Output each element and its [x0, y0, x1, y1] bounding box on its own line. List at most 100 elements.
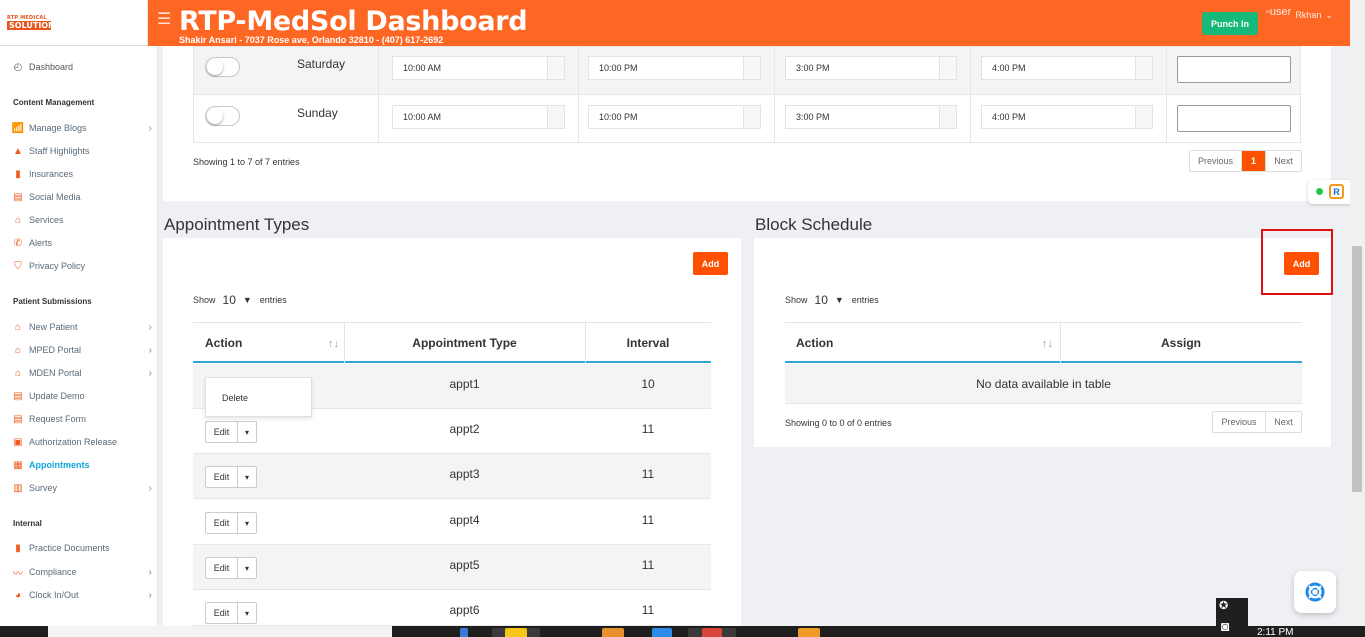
- sidebar-item-update-demo[interactable]: ▤ Update Demo: [12, 390, 152, 402]
- sidebar-item-compliance[interactable]: 〰 Compliance ›: [12, 566, 152, 580]
- open-time-input[interactable]: 10:00 AM: [392, 105, 565, 129]
- sidebar-item-label: Update Demo: [29, 391, 85, 401]
- edit-button[interactable]: Edit: [206, 558, 238, 578]
- sidebar-item-label: Manage Blogs: [29, 123, 87, 133]
- sidebar-item-request-form[interactable]: ▤ Request Form: [12, 413, 152, 425]
- chat-widget[interactable]: R: [1308, 180, 1350, 204]
- previous-button[interactable]: Previous: [1190, 151, 1242, 171]
- sidebar-item-manage-blogs[interactable]: 📶 Manage Blogs ›: [12, 122, 152, 134]
- day-toggle[interactable]: [205, 106, 240, 126]
- clock-icon: ◕: [14, 589, 22, 601]
- user-menu[interactable]: ▫user Rkhan ⌄: [1266, 6, 1333, 21]
- next-button[interactable]: Next: [1266, 412, 1301, 432]
- break-start-input[interactable]: 3:00 PM: [785, 105, 957, 129]
- sidebar-item-privacy-policy[interactable]: ⛉ Privacy Policy: [12, 260, 152, 272]
- day-label: Saturday: [297, 57, 346, 71]
- punch-in-button[interactable]: Punch In: [1202, 12, 1258, 35]
- caret-down-icon[interactable]: ▾: [238, 467, 256, 487]
- scrollbar-thumb[interactable]: [1352, 246, 1362, 492]
- schedule-pagination: Previous 1 Next: [1189, 150, 1302, 172]
- edit-button[interactable]: Edit: [206, 467, 238, 487]
- sidebar-item-label: Privacy Policy: [29, 261, 86, 271]
- sidebar-item-mped-portal[interactable]: ⌂ MPED Portal ›: [12, 344, 152, 356]
- break-end-input[interactable]: 4:00 PM: [981, 105, 1153, 129]
- brand-logo[interactable]: RTP MEDICAL SOLUTION: [7, 15, 55, 32]
- next-button[interactable]: Next: [1266, 151, 1301, 171]
- page-1-button[interactable]: 1: [1242, 151, 1266, 171]
- sidebar-item-alerts[interactable]: ✆ Alerts: [12, 237, 152, 249]
- sidebar-item-label: Alerts: [29, 238, 53, 248]
- taskbar-app-icon[interactable]: [460, 628, 468, 637]
- vertical-scrollbar[interactable]: [1350, 0, 1365, 626]
- sidebar-item-social-media[interactable]: ▤ Social Media: [12, 191, 152, 203]
- browser-icon[interactable]: [702, 628, 722, 637]
- day-toggle[interactable]: [205, 57, 240, 77]
- user-avatar-icon: ▫user: [1266, 6, 1292, 18]
- block-schedule-title: Block Schedule: [755, 215, 873, 234]
- sort-icon[interactable]: ↑↓: [1042, 338, 1053, 350]
- column-header-assign[interactable]: Assign: [1060, 323, 1302, 363]
- taskbar-search[interactable]: [48, 626, 392, 637]
- sidebar-item-practice-documents[interactable]: ▮ Practice Documents: [12, 542, 152, 554]
- sidebar-item-label: Appointments: [29, 460, 90, 470]
- column-header-appointment-type[interactable]: Appointment Type: [344, 323, 585, 363]
- taskbar-app-icon[interactable]: [798, 628, 820, 637]
- clipboard-icon: ▣: [13, 436, 23, 448]
- entries-select[interactable]: 10: [223, 293, 236, 307]
- sidebar-item-label: Authorization Release: [29, 437, 118, 447]
- notes-input[interactable]: [1177, 105, 1291, 132]
- sidebar-item-new-patient[interactable]: ⌂ New Patient ›: [12, 321, 152, 333]
- break-start-input[interactable]: 3:00 PM: [785, 56, 957, 80]
- file-explorer-icon[interactable]: [505, 628, 527, 637]
- break-end-input[interactable]: 4:00 PM: [981, 56, 1153, 80]
- appointment-type-cell: appt4: [449, 513, 480, 527]
- home-icon: ⌂: [14, 367, 22, 379]
- dashboard-icon: ◴: [13, 61, 23, 73]
- show-entries: Show 10 ▼ entries: [785, 293, 879, 307]
- table-row: Edit ▾ appt4 11: [193, 500, 711, 545]
- taskbar-app-icon[interactable]: [602, 628, 624, 637]
- logo-area[interactable]: RTP MEDICAL SOLUTION: [0, 0, 148, 46]
- chevron-down-icon[interactable]: ▼: [835, 295, 844, 305]
- sidebar-item-staff-highlights[interactable]: ▲ Staff Highlights: [12, 145, 152, 157]
- caret-down-icon[interactable]: ▾: [238, 422, 256, 442]
- sidebar-item-appointments[interactable]: ▦ Appointments: [12, 459, 152, 471]
- sidebar-item-authorization-release[interactable]: ▣ Authorization Release: [12, 436, 152, 448]
- edit-button[interactable]: Edit: [206, 603, 238, 623]
- interval-cell: 10: [641, 377, 655, 391]
- column-header-action[interactable]: Action: [205, 323, 242, 363]
- sidebar-item-services[interactable]: ⌂ Services: [12, 214, 152, 226]
- entries-select[interactable]: 10: [815, 293, 828, 307]
- edit-button[interactable]: Edit: [206, 422, 238, 442]
- column-header-interval[interactable]: Interval: [585, 323, 711, 363]
- sidebar-item-insurances[interactable]: ▮ Insurances: [12, 168, 152, 180]
- sidebar-item-survey[interactable]: ▥ Survey ›: [12, 482, 152, 494]
- previous-button[interactable]: Previous: [1213, 412, 1266, 432]
- hamburger-menu-icon[interactable]: ☰: [157, 12, 171, 28]
- close-time-input[interactable]: 10:00 PM: [588, 56, 761, 80]
- column-header-action[interactable]: Action: [796, 323, 833, 363]
- sort-icon[interactable]: ↑↓: [328, 338, 339, 350]
- appointment-type-cell: appt3: [449, 467, 480, 481]
- caret-down-icon[interactable]: ▾: [238, 603, 256, 623]
- rss-icon: 📶: [11, 122, 25, 134]
- taskbar-app-icon[interactable]: [652, 628, 672, 637]
- sidebar-item-label: MDEN Portal: [29, 368, 82, 378]
- chevron-down-icon[interactable]: ▼: [243, 295, 252, 305]
- caret-down-icon[interactable]: ▾: [238, 558, 256, 578]
- add-appointment-type-button[interactable]: Add: [693, 252, 728, 275]
- row-action-group: Edit ▾: [205, 466, 257, 488]
- table-info: Showing 1 to 7 of 7 entries: [193, 157, 300, 167]
- sidebar-item-dashboard[interactable]: ◴ Dashboard: [12, 61, 152, 73]
- delete-menu-item[interactable]: Delete: [222, 393, 248, 403]
- help-button[interactable]: [1294, 571, 1336, 613]
- edit-button[interactable]: Edit: [206, 513, 238, 533]
- open-time-input[interactable]: 10:00 AM: [392, 56, 565, 80]
- caret-down-icon[interactable]: ▾: [238, 513, 256, 533]
- row-action-group: Edit ▾: [205, 602, 257, 624]
- sidebar-item-clock-in-out[interactable]: ◕ Clock In/Out ›: [12, 589, 152, 601]
- camera-icon[interactable]: ◙: [1221, 618, 1229, 634]
- close-time-input[interactable]: 10:00 PM: [588, 105, 761, 129]
- sidebar-item-mden-portal[interactable]: ⌂ MDEN Portal ›: [12, 367, 152, 379]
- notes-input[interactable]: [1177, 56, 1291, 83]
